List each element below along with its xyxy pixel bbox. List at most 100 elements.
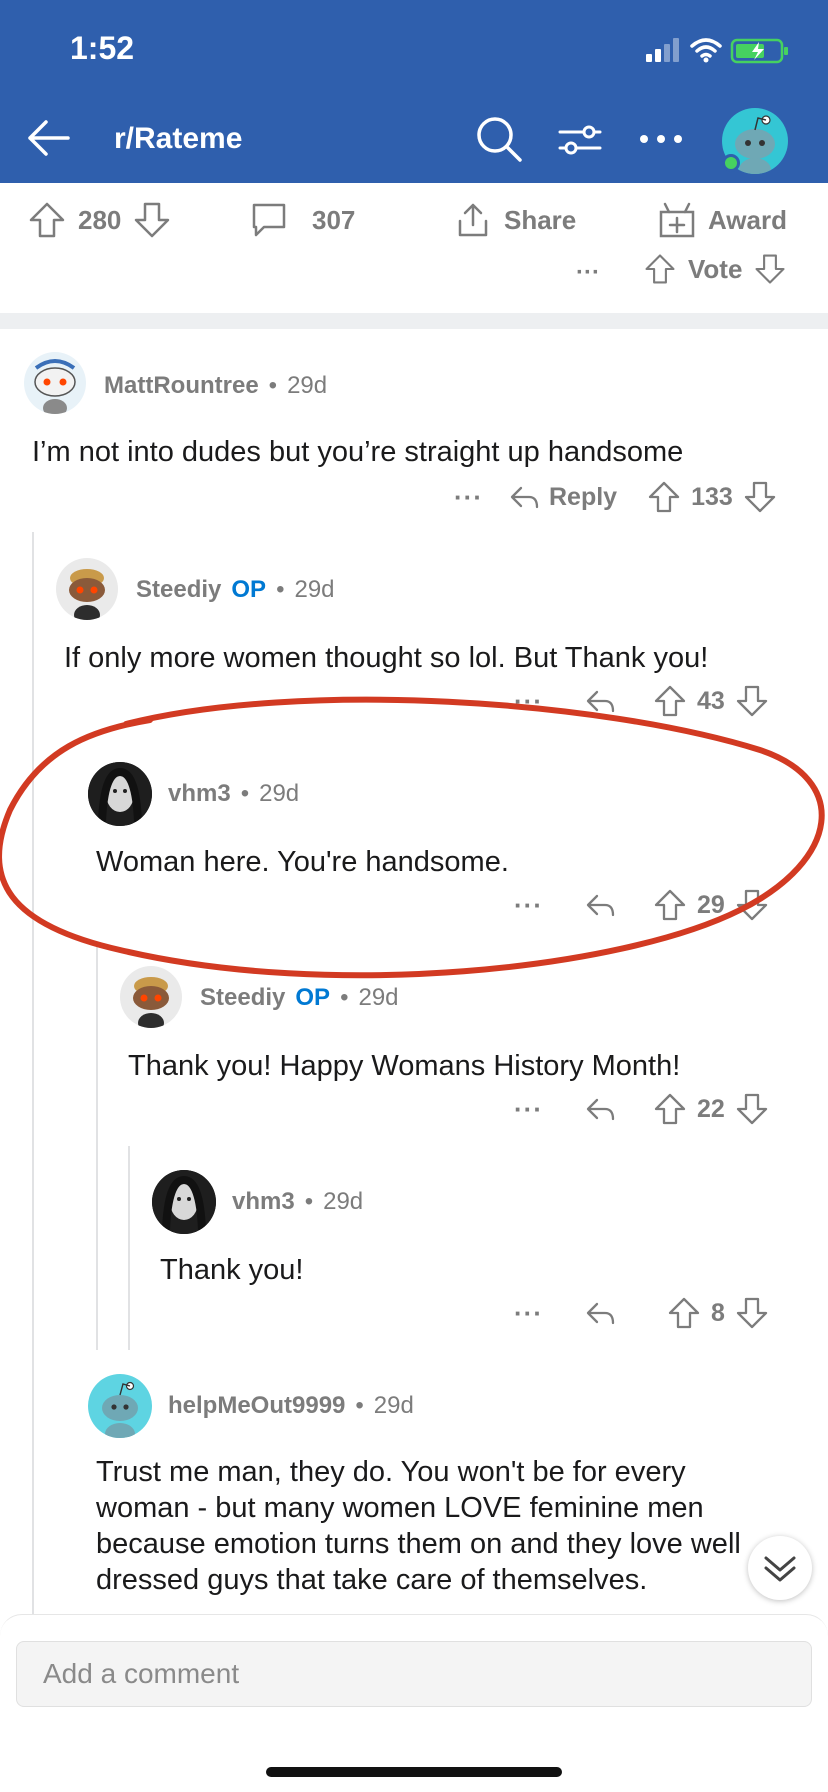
user-photo-icon: [152, 1170, 216, 1234]
thread-line: [128, 1146, 130, 1350]
search-icon[interactable]: [474, 114, 524, 164]
op-badge: OP: [295, 984, 331, 1011]
status-time: 1:52: [70, 30, 135, 66]
comment-count: 307: [312, 204, 356, 235]
commenter-avatar[interactable]: [24, 352, 86, 414]
separator-dot: •: [240, 780, 250, 807]
upvote-icon[interactable]: [653, 888, 687, 922]
post-more-options[interactable]: ···: [576, 259, 600, 287]
upvote-icon[interactable]: [667, 1296, 701, 1330]
comment-body: Thank you! Happy Womans History Month!: [128, 1050, 681, 1082]
more-dots-icon: ···: [576, 259, 600, 286]
subreddit-title[interactable]: r/Rateme: [114, 122, 242, 156]
separator-dot: •: [276, 576, 285, 603]
separator-dot: •: [304, 1188, 314, 1215]
more-dots-icon[interactable]: ···: [514, 890, 543, 921]
op-badge: OP: [231, 576, 267, 603]
double-chevron-down-icon: [764, 1556, 796, 1582]
signal-bar-1: [646, 54, 652, 62]
upvote-icon[interactable]: [647, 480, 681, 514]
user-photo-icon: [88, 762, 152, 826]
comment-score: 8: [710, 1298, 725, 1327]
separator-dot: •: [355, 1392, 364, 1419]
home-indicator[interactable]: [266, 1767, 562, 1777]
commenter-avatar[interactable]: [152, 1170, 216, 1234]
reply-arrow-icon[interactable]: [583, 888, 617, 922]
comment-age: 29d: [373, 1392, 414, 1419]
comment-score: 29: [696, 890, 725, 919]
post-vote-count: 280: [78, 204, 122, 235]
comment-username[interactable]: vhm3: [168, 780, 231, 808]
reply-label[interactable]: Reply: [549, 483, 617, 512]
comment-username[interactable]: Steediy: [136, 576, 221, 604]
more-dots-icon[interactable]: ···: [514, 1298, 543, 1329]
comment-composer-bar: Add a comment: [0, 1614, 828, 1792]
more-dots-icon[interactable]: ···: [454, 482, 483, 513]
downvote-icon[interactable]: [735, 684, 769, 718]
comment-actions: ··· 22: [514, 1092, 769, 1126]
comment-username[interactable]: vhm3: [232, 1188, 295, 1216]
award-label: Award: [708, 204, 787, 235]
comment-age: 29d: [358, 984, 399, 1011]
share-label: Share: [504, 204, 577, 235]
commenter-avatar[interactable]: [120, 966, 182, 1028]
reply-arrow-icon[interactable]: [583, 1092, 617, 1126]
upvote-icon[interactable]: [644, 253, 676, 285]
vote-group: Vote: [644, 253, 786, 285]
award-button[interactable]: Award: [658, 201, 787, 239]
comment-header: helpMeOut9999 • 29d: [168, 1392, 414, 1420]
filter-icon[interactable]: [558, 122, 602, 158]
comment-age: 29d: [287, 372, 328, 399]
commenter-avatar[interactable]: [56, 558, 118, 620]
upvote-icon[interactable]: [653, 1092, 687, 1126]
comment-header: vhm3 • 29d: [168, 780, 299, 808]
downvote-icon[interactable]: [735, 1296, 769, 1330]
comment-age: 29d: [323, 1188, 364, 1215]
comment-age: 29d: [294, 576, 335, 603]
snoo-avatar-icon: [133, 977, 169, 1028]
more-dots-icon[interactable]: ···: [514, 1094, 543, 1125]
snoo-avatar-icon: [102, 1381, 138, 1438]
comment-header: MattRountree • 29d: [104, 372, 327, 400]
commenter-avatar[interactable]: [88, 1374, 152, 1438]
more-dots-icon[interactable]: ···: [514, 686, 543, 717]
comment-score: 43: [696, 686, 725, 715]
downvote-icon[interactable]: [754, 253, 786, 285]
section-divider: [0, 313, 828, 329]
reply-arrow-icon[interactable]: [583, 684, 617, 718]
downvote-icon[interactable]: [735, 888, 769, 922]
separator-dot: •: [268, 372, 278, 399]
signal-bar-4: [673, 38, 679, 62]
comments-button[interactable]: 307: [250, 201, 355, 239]
separator-dot: •: [340, 984, 349, 1011]
reply-arrow-icon[interactable]: [507, 480, 541, 514]
comment-username[interactable]: MattRountree: [104, 372, 259, 400]
comment-actions: ··· 43: [514, 684, 769, 718]
collapse-thread-button[interactable]: [748, 1536, 812, 1600]
more-options-icon[interactable]: [636, 124, 686, 154]
comment-bubble-icon: [252, 203, 286, 237]
downvote-icon[interactable]: [133, 201, 171, 239]
comment-actions: ··· Reply 133: [454, 480, 777, 514]
downvote-icon[interactable]: [743, 480, 777, 514]
commenter-avatar[interactable]: [88, 762, 152, 826]
upvote-icon[interactable]: [653, 684, 687, 718]
comment-username[interactable]: helpMeOut9999: [168, 1392, 345, 1420]
comment-username[interactable]: Steediy: [200, 984, 285, 1012]
comment-body: Woman here. You're handsome.: [96, 846, 509, 878]
reply-arrow-icon[interactable]: [583, 1296, 617, 1330]
thread-line: [96, 942, 98, 1350]
comment-body: If only more women thought so lol. But T…: [64, 642, 709, 674]
downvote-icon[interactable]: [735, 1092, 769, 1126]
thread-line: [32, 532, 34, 1614]
share-button[interactable]: Share: [454, 201, 576, 239]
status-icons: [646, 38, 788, 64]
back-arrow-icon[interactable]: [22, 112, 74, 164]
upvote-icon[interactable]: [28, 201, 66, 239]
add-comment-input[interactable]: Add a comment: [16, 1641, 812, 1707]
comment-header: vhm3 • 29d: [232, 1188, 363, 1216]
snoo-avatar-icon: [69, 569, 105, 620]
comment-score: 22: [696, 1094, 725, 1123]
post-vote-group: 280: [28, 201, 171, 239]
comment-body: Thank you!: [160, 1254, 304, 1286]
